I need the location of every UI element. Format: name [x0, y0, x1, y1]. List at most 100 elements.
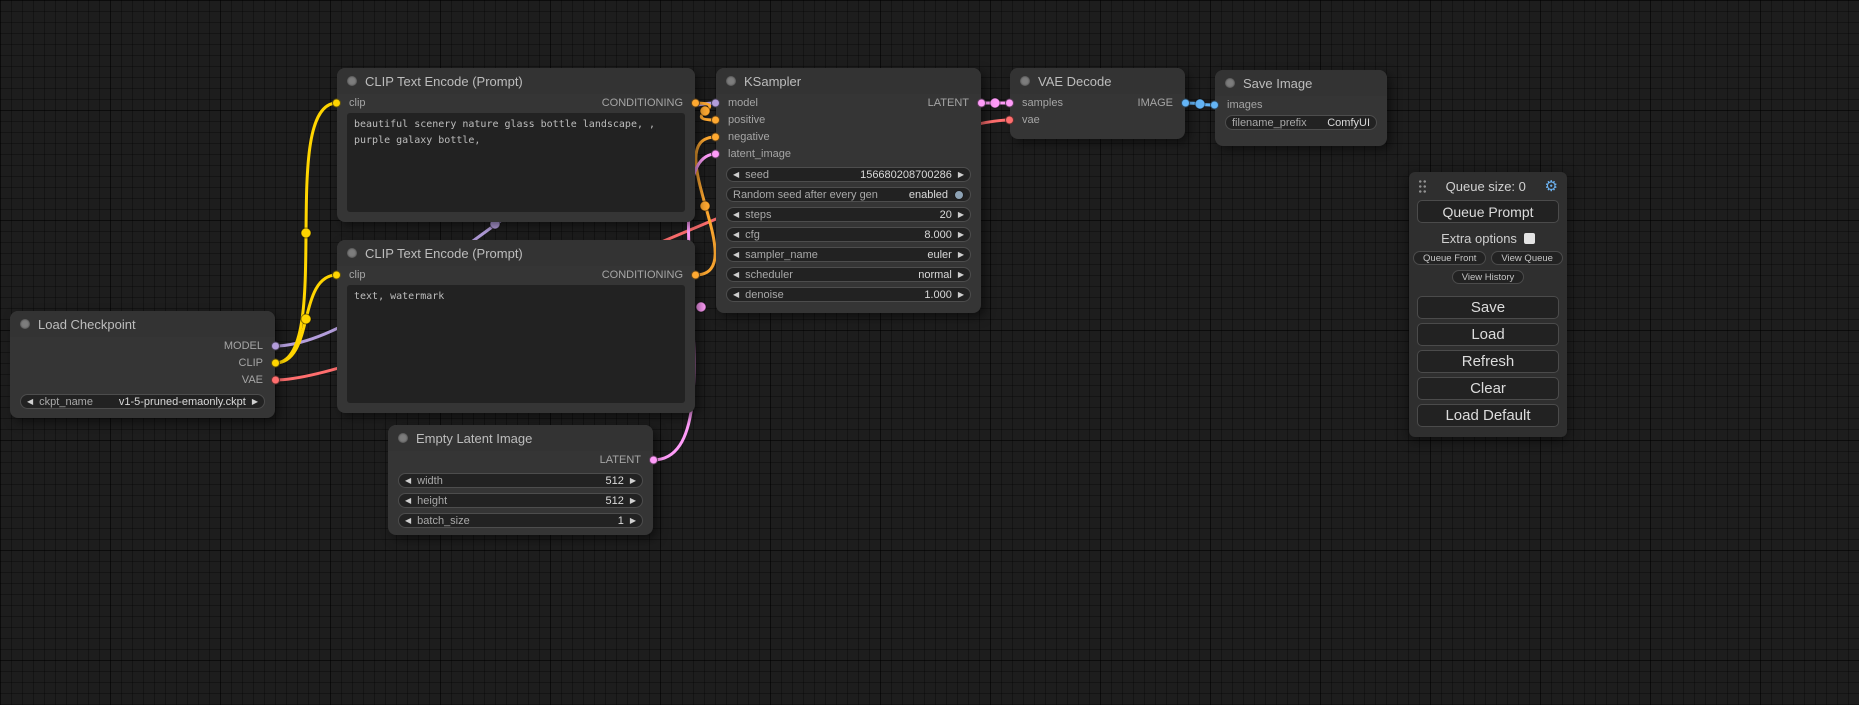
image-output-dot[interactable]	[1181, 98, 1190, 107]
sampler-name-widget[interactable]: ◀ sampler_name euler ▶	[726, 247, 971, 262]
increment-arrow-icon[interactable]: ▶	[958, 291, 964, 299]
node-graph-canvas[interactable]: Load Checkpoint MODEL CLIP VAE ◀ ckpt_na…	[0, 0, 1859, 705]
scheduler-widget[interactable]: ◀ scheduler normal ▶	[726, 267, 971, 282]
extra-options-checkbox[interactable]	[1524, 233, 1535, 244]
latent-output-dot[interactable]	[977, 98, 986, 107]
queue-menu-panel: Queue size: 0 ⚙ Queue Prompt Extra optio…	[1409, 172, 1567, 437]
node-empty-latent-image[interactable]: Empty Latent Image LATENT ◀ width 512 ▶ …	[388, 425, 653, 535]
collapse-dot-icon[interactable]	[1020, 76, 1030, 86]
widget-value: 156680208700286	[775, 169, 952, 181]
refresh-button[interactable]: Refresh	[1417, 350, 1559, 373]
vae-input-dot[interactable]	[1005, 115, 1014, 124]
increment-arrow-icon[interactable]: ▶	[958, 211, 964, 219]
increment-arrow-icon[interactable]: ▶	[630, 477, 636, 485]
decrement-arrow-icon[interactable]: ◀	[733, 231, 739, 239]
node-header[interactable]: KSampler	[716, 68, 981, 94]
decrement-arrow-icon[interactable]: ◀	[733, 291, 739, 299]
filename-prefix-widget[interactable]: filename_prefix ComfyUI	[1225, 115, 1377, 130]
save-button[interactable]: Save	[1417, 296, 1559, 319]
clip-input-dot[interactable]	[332, 270, 341, 279]
node-save-image[interactable]: Save Image images filename_prefix ComfyU…	[1215, 70, 1387, 146]
positive-prompt-textarea[interactable]: beautiful scenery nature glass bottle la…	[347, 113, 685, 212]
load-button[interactable]: Load	[1417, 323, 1559, 346]
positive-input-dot[interactable]	[711, 115, 720, 124]
increment-arrow-icon[interactable]: ▶	[958, 231, 964, 239]
next-value-arrow-icon[interactable]: ▶	[958, 251, 964, 259]
batch-size-widget[interactable]: ◀ batch_size 1 ▶	[398, 513, 643, 528]
view-history-button[interactable]: View History	[1452, 270, 1525, 284]
clip-output-dot[interactable]	[271, 358, 280, 367]
decrement-arrow-icon[interactable]: ◀	[405, 497, 411, 505]
node-vae-decode[interactable]: VAE Decode samples IMAGE vae	[1010, 68, 1185, 139]
model-output-dot[interactable]	[271, 341, 280, 350]
increment-arrow-icon[interactable]: ▶	[630, 497, 636, 505]
prev-value-arrow-icon[interactable]: ◀	[733, 271, 739, 279]
node-header[interactable]: Empty Latent Image	[388, 425, 653, 451]
prev-value-arrow-icon[interactable]: ◀	[27, 398, 33, 406]
negative-input-dot[interactable]	[711, 132, 720, 141]
input-slot-images: images	[1215, 96, 1387, 113]
node-header[interactable]: CLIP Text Encode (Prompt)	[337, 240, 695, 266]
seed-widget[interactable]: ◀ seed 156680208700286 ▶	[726, 167, 971, 182]
output-label: LATENT	[928, 97, 969, 109]
toggle-knob[interactable]	[954, 190, 964, 200]
width-widget[interactable]: ◀ width 512 ▶	[398, 473, 643, 488]
decrement-arrow-icon[interactable]: ◀	[405, 477, 411, 485]
latent-output-dot[interactable]	[649, 455, 658, 464]
clear-button[interactable]: Clear	[1417, 377, 1559, 400]
node-title-label: Save Image	[1243, 76, 1312, 91]
node-clip-text-encode-negative[interactable]: CLIP Text Encode (Prompt) clip CONDITION…	[337, 240, 695, 413]
collapse-dot-icon[interactable]	[726, 76, 736, 86]
widget-value: 1.000	[790, 289, 952, 301]
view-queue-button[interactable]: View Queue	[1491, 251, 1563, 265]
decrement-arrow-icon[interactable]: ◀	[733, 171, 739, 179]
negative-prompt-textarea[interactable]: text, watermark	[347, 285, 685, 403]
cfg-widget[interactable]: ◀ cfg 8.000 ▶	[726, 227, 971, 242]
collapse-dot-icon[interactable]	[347, 248, 357, 258]
decrement-arrow-icon[interactable]: ◀	[733, 211, 739, 219]
increment-arrow-icon[interactable]: ▶	[630, 517, 636, 525]
vae-output-dot[interactable]	[271, 375, 280, 384]
load-default-button[interactable]: Load Default	[1417, 404, 1559, 427]
slot-row-samples-image: samples IMAGE	[1010, 94, 1185, 111]
next-value-arrow-icon[interactable]: ▶	[252, 398, 258, 406]
input-label: clip	[349, 269, 366, 281]
random-seed-toggle-widget[interactable]: Random seed after every gen enabled	[726, 187, 971, 202]
node-header[interactable]: Save Image	[1215, 70, 1387, 96]
model-input-dot[interactable]	[711, 98, 720, 107]
settings-gear-icon[interactable]: ⚙	[1545, 179, 1558, 194]
collapse-dot-icon[interactable]	[398, 433, 408, 443]
node-header[interactable]: CLIP Text Encode (Prompt)	[337, 68, 695, 94]
node-title-label: KSampler	[744, 74, 801, 89]
widget-value: 1	[476, 515, 624, 527]
decrement-arrow-icon[interactable]: ◀	[405, 517, 411, 525]
collapse-dot-icon[interactable]	[1225, 78, 1235, 88]
latent-image-input-dot[interactable]	[711, 149, 720, 158]
slot-row-clip-conditioning: clip CONDITIONING	[337, 94, 695, 111]
node-clip-text-encode-positive[interactable]: CLIP Text Encode (Prompt) clip CONDITION…	[337, 68, 695, 222]
denoise-widget[interactable]: ◀ denoise 1.000 ▶	[726, 287, 971, 302]
extra-options-label: Extra options	[1441, 231, 1517, 246]
height-widget[interactable]: ◀ height 512 ▶	[398, 493, 643, 508]
steps-widget[interactable]: ◀ steps 20 ▶	[726, 207, 971, 222]
widget-label: height	[417, 495, 447, 507]
next-value-arrow-icon[interactable]: ▶	[958, 271, 964, 279]
collapse-dot-icon[interactable]	[20, 319, 30, 329]
ckpt-name-widget[interactable]: ◀ ckpt_name v1-5-pruned-emaonly.ckpt ▶	[20, 394, 265, 409]
node-ksampler[interactable]: KSampler model LATENT positive negative …	[716, 68, 981, 313]
node-header[interactable]: Load Checkpoint	[10, 311, 275, 337]
widget-label: seed	[745, 169, 769, 181]
node-header[interactable]: VAE Decode	[1010, 68, 1185, 94]
clip-input-dot[interactable]	[332, 98, 341, 107]
increment-arrow-icon[interactable]: ▶	[958, 171, 964, 179]
queue-front-button[interactable]: Queue Front	[1413, 251, 1486, 265]
node-load-checkpoint[interactable]: Load Checkpoint MODEL CLIP VAE ◀ ckpt_na…	[10, 311, 275, 418]
drag-handle-icon[interactable]	[1418, 179, 1427, 194]
conditioning-output-dot[interactable]	[691, 270, 700, 279]
samples-input-dot[interactable]	[1005, 98, 1014, 107]
prev-value-arrow-icon[interactable]: ◀	[733, 251, 739, 259]
queue-prompt-button[interactable]: Queue Prompt	[1417, 200, 1559, 223]
collapse-dot-icon[interactable]	[347, 76, 357, 86]
images-input-dot[interactable]	[1210, 100, 1219, 109]
conditioning-output-dot[interactable]	[691, 98, 700, 107]
